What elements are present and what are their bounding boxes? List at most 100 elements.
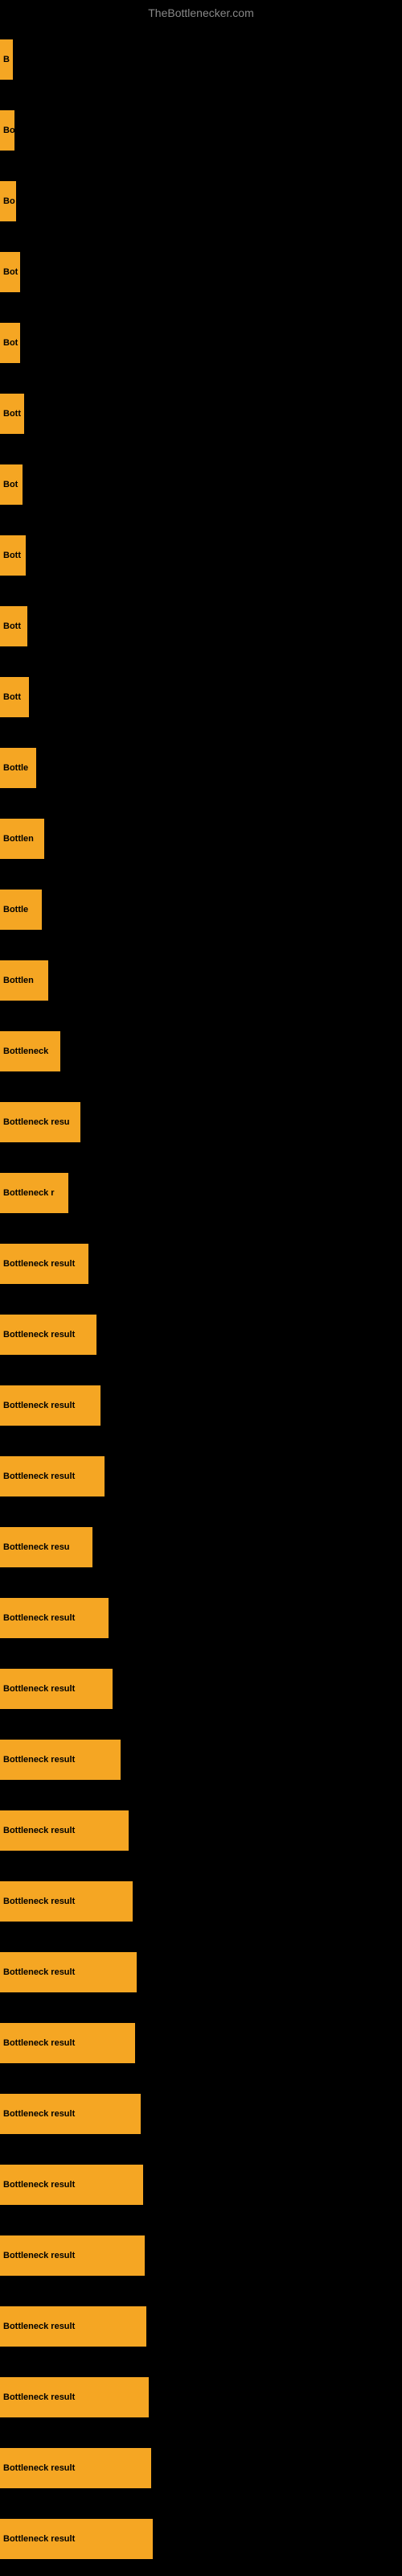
bottleneck-bar: Bot (0, 323, 20, 363)
bar-row: Bottleneck result (0, 1724, 402, 1795)
bar-label: Bottleneck result (3, 1826, 75, 1835)
bar-row: Bottleneck result (0, 2433, 402, 2504)
bar-label: Bottleneck result (3, 1330, 75, 1340)
bar-row: Bot (0, 449, 402, 520)
bottleneck-bar: Bottleneck result (0, 1740, 121, 1780)
bottleneck-bar: Bottleneck result (0, 1952, 137, 1992)
bottleneck-bar: Bottlen (0, 819, 44, 859)
bottleneck-bar: Bottleneck resu (0, 1527, 92, 1567)
bottleneck-bar: Bottleneck result (0, 1810, 129, 1851)
bar-wrapper: Bottle (0, 881, 42, 939)
bottleneck-bar: Bottlen (0, 960, 48, 1001)
bottleneck-bar: Bottleneck result (0, 2165, 143, 2205)
bar-label: Bottleneck resu (3, 1542, 70, 1552)
bottleneck-bar: Bott (0, 394, 24, 434)
bottleneck-bar: Bott (0, 677, 29, 717)
bar-wrapper: Bottleneck result (0, 2085, 141, 2143)
bottleneck-bar: Bottle (0, 748, 36, 788)
bar-row: Bottleneck result (0, 2362, 402, 2433)
bar-wrapper: Bottleneck result (0, 2510, 153, 2568)
bar-row: Bo (0, 166, 402, 237)
bottleneck-bar: Bottleneck resu (0, 1102, 80, 1142)
bar-wrapper: Bo (0, 101, 14, 159)
bar-wrapper: Bottleneck result (0, 1447, 105, 1505)
bar-row: Bottleneck result (0, 1866, 402, 1937)
bar-wrapper: Bo (0, 172, 16, 230)
bar-wrapper: Bottleneck result (0, 1377, 100, 1435)
bottleneck-bar: Bottleneck result (0, 2306, 146, 2347)
bar-label: Bottleneck (3, 1046, 48, 1056)
bar-row: Bottleneck result (0, 2149, 402, 2220)
bar-label: Bottleneck result (3, 1472, 75, 1481)
bar-row: Bottleneck result (0, 2008, 402, 2079)
bar-wrapper: Bott (0, 668, 29, 726)
bar-row: Bottleneck result (0, 1370, 402, 1441)
bar-wrapper: Bott (0, 526, 26, 584)
bar-row: Bott (0, 591, 402, 662)
bottleneck-bar: Bottleneck result (0, 1881, 133, 1922)
bar-row: Bottleneck result (0, 1795, 402, 1866)
bar-label: Bottleneck result (3, 1613, 75, 1623)
bar-label: Bottleneck result (3, 2038, 75, 2048)
bottleneck-bar: Bottleneck result (0, 2377, 149, 2417)
bar-row: Bot (0, 237, 402, 308)
bar-label: Bot (3, 480, 18, 489)
bar-row: Bottleneck resu (0, 1087, 402, 1158)
bar-wrapper: Bottleneck result (0, 1235, 88, 1293)
bar-row: Bottleneck result (0, 1583, 402, 1653)
bar-row: Bott (0, 662, 402, 733)
bottleneck-bar: Bottle (0, 890, 42, 930)
bar-row: Bottleneck (0, 1016, 402, 1087)
bar-label: Bottleneck result (3, 1259, 75, 1269)
bar-wrapper: Bottleneck result (0, 1802, 129, 1860)
bottleneck-bar: Bo (0, 110, 14, 151)
bottleneck-bar: Bottleneck r (0, 1173, 68, 1213)
bar-label: Bottleneck result (3, 2180, 75, 2190)
bottleneck-bar: Bott (0, 606, 27, 646)
bottleneck-bar: Bottleneck (0, 1031, 60, 1071)
bar-wrapper: Bottleneck result (0, 2227, 145, 2285)
bar-label: Bottleneck result (3, 1684, 75, 1694)
bar-wrapper: Bottleneck result (0, 1660, 113, 1718)
bar-wrapper: Bottleneck resu (0, 1093, 80, 1151)
bar-label: Bottleneck result (3, 2534, 75, 2544)
bar-label: Bottleneck result (3, 2109, 75, 2119)
bar-label: Bot (3, 338, 18, 348)
bottleneck-bar: Bottleneck result (0, 1244, 88, 1284)
bar-label: Bottlen (3, 834, 34, 844)
bar-wrapper: Bottleneck result (0, 1589, 109, 1647)
bar-wrapper: Bot (0, 456, 23, 514)
bar-label: Bottle (3, 763, 28, 773)
bar-row: Bott (0, 378, 402, 449)
bottleneck-bar: Bottleneck result (0, 2094, 141, 2134)
bar-row: B (0, 24, 402, 95)
bottleneck-bar: Bottleneck result (0, 1456, 105, 1496)
bar-label: Bo (3, 126, 14, 135)
bar-row: Bo (0, 95, 402, 166)
bar-wrapper: Bott (0, 385, 24, 443)
bar-label: Bottleneck result (3, 2251, 75, 2260)
bar-row: Bottleneck result (0, 1653, 402, 1724)
bottleneck-bar: Bottleneck result (0, 1315, 96, 1355)
bottleneck-bar: Bottleneck result (0, 2448, 151, 2488)
bottleneck-bar: Bottleneck result (0, 1598, 109, 1638)
bar-label: Bott (3, 551, 21, 560)
bar-label: Bott (3, 409, 21, 419)
bar-row: Bottleneck result (0, 1228, 402, 1299)
bar-wrapper: Bottlen (0, 810, 44, 868)
bar-label: B (3, 55, 10, 64)
bar-wrapper: Bottle (0, 739, 36, 797)
bar-wrapper: Bottleneck result (0, 1731, 121, 1789)
bar-label: Bo (3, 196, 15, 206)
bar-wrapper: Bot (0, 243, 20, 301)
bar-label: Bottleneck result (3, 2392, 75, 2402)
bar-label: Bottleneck result (3, 1401, 75, 1410)
bar-wrapper: Bottleneck result (0, 2297, 146, 2355)
bar-row: Bottleneck resu (0, 1512, 402, 1583)
bar-label: Bottleneck result (3, 1967, 75, 1977)
bar-label: Bottleneck resu (3, 1117, 70, 1127)
bar-label: Bottle (3, 905, 28, 914)
bar-wrapper: Bottleneck result (0, 1943, 137, 2001)
bar-wrapper: B (0, 31, 13, 89)
bar-label: Bott (3, 621, 21, 631)
